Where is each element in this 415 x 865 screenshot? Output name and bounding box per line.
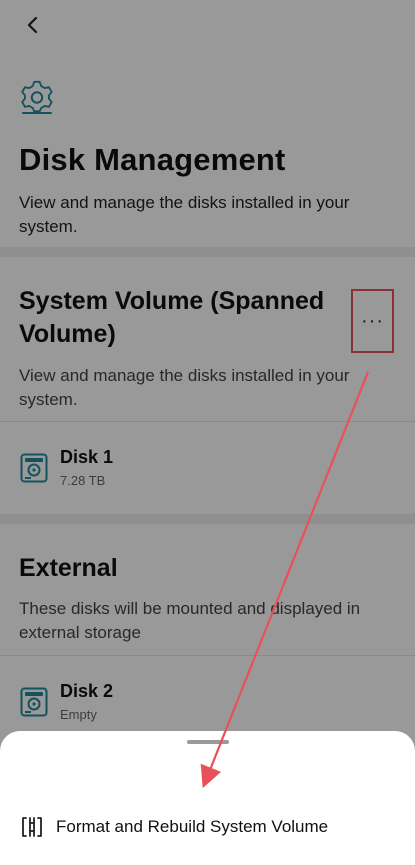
format-rebuild-system-volume-option[interactable]: Format and Rebuild System Volume [0,811,415,845]
sheet-drag-handle[interactable] [187,740,229,744]
format-rebuild-icon [22,817,42,837]
sheet-item-label: Format and Rebuild System Volume [56,817,329,836]
bottom-sheet: Format and Rebuild System Volume [0,731,415,865]
